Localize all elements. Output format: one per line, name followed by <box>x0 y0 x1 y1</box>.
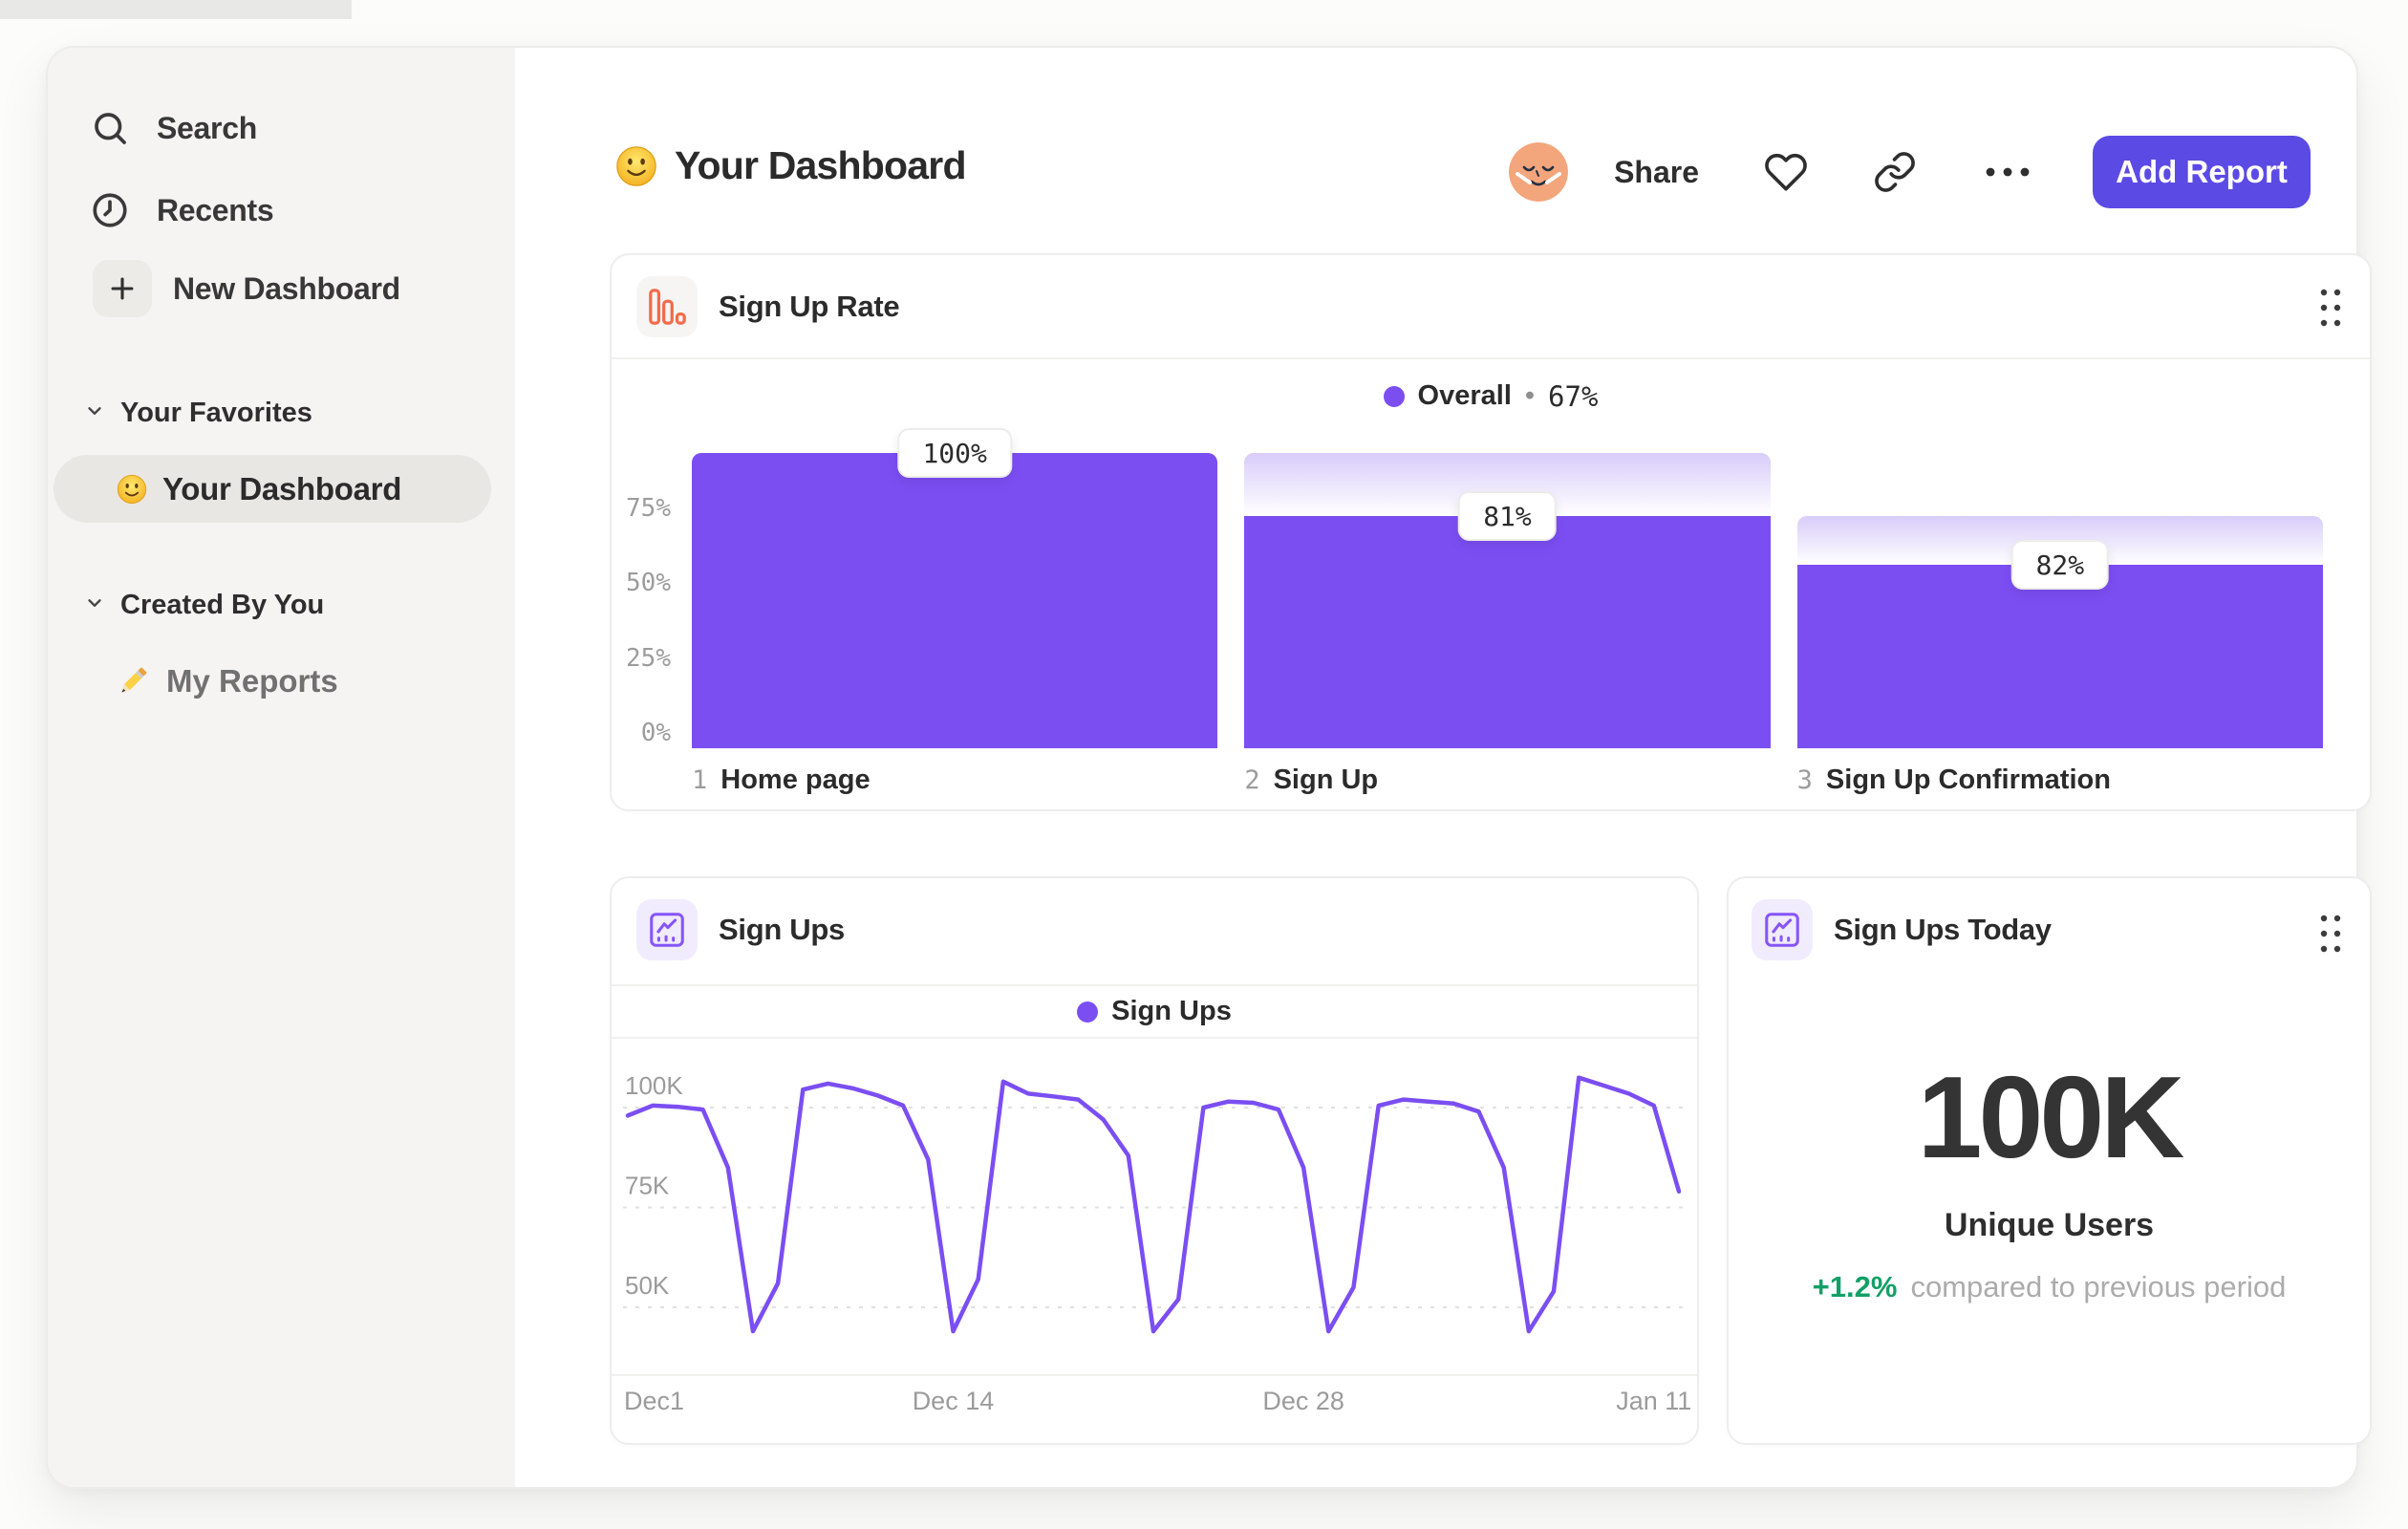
line-x-tick: Dec 28 <box>1262 1387 1344 1415</box>
legend-separator: • <box>1524 380 1536 411</box>
kpi-change-value: +1.2% <box>1812 1270 1898 1303</box>
funnel-bars-area: 100% 81% 82% <box>692 428 2323 748</box>
avatar[interactable] <box>1509 142 1569 202</box>
sidebar-item-recents[interactable]: Recents <box>88 182 274 239</box>
funnel-step-bar[interactable]: 100% <box>692 428 1218 748</box>
sidebar-section-created-by-you[interactable]: Created By You <box>84 586 324 624</box>
card-title: Sign Ups <box>719 913 845 946</box>
line-x-axis: Dec1 Dec 14 Dec 28 Jan 11 <box>623 1387 1691 1419</box>
smiley-emoji-icon <box>615 145 657 187</box>
card-header: Sign Ups <box>636 899 845 960</box>
conversion-badge: 100% <box>897 428 1012 478</box>
more-options-icon[interactable] <box>1982 164 2033 180</box>
plus-icon <box>93 260 152 317</box>
sidebar-item-new-dashboard[interactable]: New Dashboard <box>93 260 400 317</box>
legend-dot <box>1077 1001 1099 1023</box>
sidebar-item-search[interactable]: Search <box>88 99 257 157</box>
funnel-y-tick: 25% <box>626 644 671 673</box>
add-report-button[interactable]: Add Report <box>2093 136 2311 208</box>
funnel-step-bar[interactable]: 81% <box>1244 453 1771 748</box>
funnel-step-label: 2 Sign Up <box>1244 764 1379 795</box>
line-x-tick: Dec1 <box>624 1387 685 1415</box>
line-x-tick: Dec 14 <box>912 1387 995 1415</box>
drag-handle-icon[interactable] <box>2318 913 2343 959</box>
line-x-tick: Jan 11 <box>1616 1387 1692 1415</box>
funnel-bar-fill <box>692 453 1218 748</box>
card-header: Sign Ups Today <box>1752 899 2052 960</box>
divider <box>612 1037 1697 1039</box>
sidebar-item-label: Your Dashboard <box>162 470 402 506</box>
kpi-change-row: +1.2% compared to previous period <box>1729 1270 2370 1304</box>
line-chart-icon <box>636 899 698 960</box>
funnel-step-bar[interactable]: 82% <box>1796 453 2323 748</box>
funnel-y-tick: 75% <box>626 494 671 523</box>
line-series-sign-ups[interactable] <box>625 1075 1682 1334</box>
sidebar-section-label: Your Favorites <box>120 397 312 428</box>
funnel-bar-fill <box>1796 565 2323 748</box>
page-title: Your Dashboard <box>615 143 967 188</box>
kpi-label: Unique Users <box>1944 1207 2155 1243</box>
sidebar-item-label: My Reports <box>166 663 338 699</box>
sidebar-item-label: Search <box>157 110 257 145</box>
sidebar-item-my-reports[interactable]: My Reports <box>115 655 338 708</box>
divider <box>612 357 2370 359</box>
card-sign-ups-today: Sign Ups Today 100K Unique Users +1.2% c… <box>1727 876 2372 1445</box>
favorite-heart-icon[interactable] <box>1764 150 1808 194</box>
drag-handle-icon[interactable] <box>2318 287 2343 334</box>
line-legend: Sign Ups <box>612 986 1697 1037</box>
funnel-y-tick: 0% <box>640 719 671 747</box>
conversion-badge: 81% <box>1458 491 1557 542</box>
legend-value: 67% <box>1548 379 1599 413</box>
sidebar-section-favorites[interactable]: Your Favorites <box>84 394 312 432</box>
card-title: Sign Up Rate <box>719 290 900 323</box>
card-title: Sign Ups Today <box>1834 913 2052 946</box>
sidebar-item-label: Recents <box>157 192 274 227</box>
chevron-down-icon <box>84 400 105 426</box>
sidebar-section-label: Created By You <box>120 589 325 620</box>
clock-icon <box>88 188 132 232</box>
search-icon <box>88 106 132 150</box>
share-button[interactable]: Share <box>1614 155 1699 190</box>
line-chart-plot[interactable]: 100K 75K 50K <box>623 1044 1684 1374</box>
header-actions: Share Add Report <box>1509 136 2311 208</box>
funnel-step-label: 3 Sign Up Confirmation <box>1796 764 2111 795</box>
app-window: Search Recents New Dashboard Your Favori… <box>46 46 2372 1489</box>
funnel-y-tick: 50% <box>626 569 671 597</box>
sidebar: Search Recents New Dashboard Your Favori… <box>48 48 515 1487</box>
funnel-bar-fill <box>1244 516 1771 748</box>
kpi-change-note: compared to previous period <box>1910 1270 2287 1303</box>
funnel-step-label: 1 Home page <box>692 764 871 795</box>
line-y-tick: 75K <box>625 1172 670 1200</box>
kpi-value: 100K <box>1917 1052 2185 1182</box>
sidebar-item-your-dashboard-selected[interactable]: Your Dashboard <box>54 455 491 523</box>
legend-series-label: Sign Ups <box>1111 996 1232 1026</box>
line-y-tick: 50K <box>625 1271 670 1300</box>
legend-series-label: Overall <box>1417 380 1512 411</box>
chevron-down-icon <box>84 592 105 618</box>
card-sign-ups: Sign Ups Sign Ups 100K 75K 50K Dec1 Dec 14 D… <box>610 876 1699 1445</box>
legend-dot <box>1383 385 1405 407</box>
sidebar-item-label: New Dashboard <box>173 270 400 306</box>
card-header: Sign Up Rate <box>636 276 900 337</box>
card-sign-up-rate: Sign Up Rate Overall • 67% 75% 50% 25% 0% 1… <box>610 253 2372 811</box>
funnel-x-axis: 1 Home page 2 Sign Up 3 Sign Up Confirmation <box>692 764 2323 796</box>
line-chart-icon <box>1752 899 1813 960</box>
divider <box>612 1374 1697 1376</box>
funnel-legend: Overall • 67% <box>612 375 2370 418</box>
conversion-badge: 82% <box>2010 540 2110 591</box>
background-window-edge <box>0 0 352 19</box>
line-y-tick: 100K <box>625 1071 683 1100</box>
pencil-emoji-icon <box>115 663 151 700</box>
smiley-emoji-icon <box>117 474 147 505</box>
copy-link-icon[interactable] <box>1873 150 1917 194</box>
page-title-text: Your Dashboard <box>675 143 967 187</box>
funnel-chart-icon <box>636 276 698 337</box>
